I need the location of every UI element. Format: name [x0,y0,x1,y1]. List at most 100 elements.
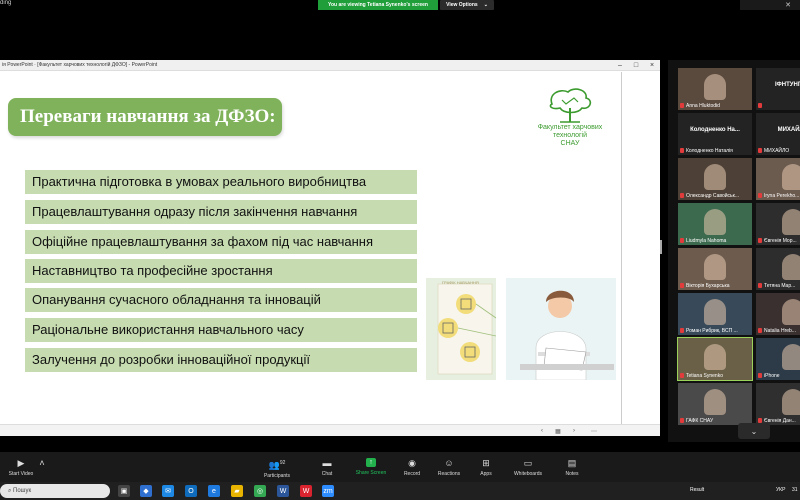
gallery-next-page-button[interactable]: ⌄ [738,423,770,439]
reactions-label: Reactions [437,471,461,477]
language-indicator[interactable]: УКР [776,487,785,493]
chevron-down-icon: ⌄ [483,2,488,8]
participant-video [782,389,800,415]
participant-tile[interactable]: Тетяна Мар... [756,248,800,290]
more-options-icon[interactable]: ⋯ [590,427,598,435]
splitter-handle[interactable] [660,240,662,254]
participant-tile[interactable]: Вікторія Бухарська [678,248,752,290]
reactions-button[interactable]: ☺ Reactions [434,458,464,480]
participant-video [782,254,800,280]
participant-tile[interactable]: Iryna Perekho... [756,158,800,200]
participant-tile[interactable]: iPhone [756,338,800,380]
task-view-icon[interactable]: ▣ [118,485,130,497]
whiteboards-label: Whiteboards [513,471,543,477]
participant-name: ГАФК СНАУ [680,418,713,424]
result-label[interactable]: Result [690,487,704,493]
zoom-toolbar: ▶ Start Video ˄ 👥92 Participants ▬ Chat … [0,452,800,482]
taskbar-search[interactable]: ⌕ Пошук [0,484,110,498]
participant-tile[interactable]: Євгенія Дан... [756,383,800,425]
next-slide-icon[interactable]: › [570,427,578,435]
muted-mic-icon [758,238,762,244]
muted-mic-icon [758,283,762,289]
viewing-banner: You are viewing Tetiana Synenko's screen [318,0,438,10]
view-options-button[interactable]: View Options ⌄ [440,0,494,10]
share-screen-button[interactable]: ↑ Share Screen [352,458,390,480]
smiley-icon: ☺ [444,458,454,468]
clock: 31 [792,487,798,493]
notes-button[interactable]: ▤ Notes [560,458,584,480]
people-icon: 👥92 [268,460,286,470]
participant-name: Natalia Hreb... [758,328,796,334]
participant-display-name: Колодненко На... [690,127,740,133]
faculty-logo: Факультет харчових технологій СНАУ [530,86,610,152]
participant-name: Вікторія Бухарська [680,283,730,289]
record-button[interactable]: ◉ Record [398,458,426,480]
minimize-button[interactable]: – [612,60,628,71]
chrome-icon[interactable]: ◎ [254,485,266,497]
benefit-item: Працевлаштування одразу після закінчення… [25,200,417,224]
close-window-button[interactable]: × [644,60,660,71]
participant-tile[interactable]: Євгенія Мор... [756,203,800,245]
chat-label: Chat [321,471,333,477]
participant-name: Tetiana Synenko [680,373,723,379]
zoom-icon[interactable]: zm [322,485,334,497]
search-label: Пошук [13,488,32,494]
participant-tile[interactable]: Олександр Савойськ... [678,158,752,200]
window-fragment-text: ding [0,0,12,6]
participant-tile[interactable]: Tetiana Synenko [677,337,753,381]
slide: Переваги навчання за ДФЗО: Факультет хар… [0,72,622,424]
wps-icon[interactable]: W [300,485,312,497]
slide-sorter-icon[interactable]: ▦ [554,427,562,435]
illustration: ГРАФІК НАВЧАННЯ [426,278,616,381]
chat-button[interactable]: ▬ Chat [314,458,340,480]
participant-tile[interactable]: МИХАЙЛО МИХАЙЛО [756,113,800,155]
participant-tile[interactable]: ГАФК СНАУ [678,383,752,425]
logo-line-3: СНАУ [560,140,580,147]
muted-mic-icon [758,148,762,154]
maximize-button[interactable]: □ [628,60,644,71]
slide-scroll-area[interactable] [622,72,660,424]
start-video-label: Start Video [8,471,34,477]
participants-count: 92 [279,460,286,466]
logo-line-2: технологій [552,132,588,139]
start-video-button[interactable]: ▶ Start Video [4,458,38,480]
participant-name: Liudmyla Nahoma [680,238,726,244]
participant-tile[interactable]: Natalia Hreb... [756,293,800,335]
participant-video [782,164,800,190]
participant-video [704,164,726,190]
whiteboards-button[interactable]: ▭ Whiteboards [508,458,548,480]
close-icon[interactable]: ✕ [776,0,800,10]
muted-mic-icon [758,373,762,379]
folder-icon[interactable]: ▰ [231,485,243,497]
muted-mic-icon [680,193,684,199]
participant-tile[interactable]: Liudmyla Nahoma [678,203,752,245]
word-icon[interactable]: W [277,485,289,497]
mail-icon[interactable]: ✉ [162,485,174,497]
copilot-icon[interactable]: ◆ [140,485,152,497]
windows-taskbar: ⌕ Пошук ▣ ◆ ✉ O e ▰ ◎ W W zm Result УКР … [0,482,800,500]
participant-tile[interactable]: ІФНТУНГ КЦ [756,68,800,110]
view-options-label: View Options [446,2,478,8]
participant-name-label: Тетяна Мар... [764,283,796,289]
participant-name: Олександр Савойськ... [680,193,739,199]
participant-tile[interactable]: Anna Hluktodid [678,68,752,110]
video-options-chevron[interactable]: ˄ [38,458,46,480]
participant-name-label: ГАФК СНАУ [686,418,714,424]
participant-tile[interactable]: Роман Рибрик, ВСП ... [678,293,752,335]
muted-mic-icon [758,328,762,334]
logo-text: Факультет харчових технологій СНАУ [530,124,610,148]
participants-button[interactable]: 👥92 Participants [260,458,294,480]
participant-tile[interactable]: Колодненко На... Колодненко Наталія [678,113,752,155]
previous-slide-icon[interactable]: ‹ [538,427,546,435]
powerpoint-statusbar: ‹ ▦ › ⋯ [0,424,660,436]
benefit-item: Наставництво та професійне зростання [25,259,417,283]
edge-icon[interactable]: e [208,485,220,497]
participant-name-label: Олександр Савойськ... [686,193,739,199]
outlook-icon[interactable]: O [185,485,197,497]
participant-name: Iryna Perekho... [758,193,799,199]
apps-button[interactable]: ⊞ Apps [474,458,498,480]
muted-mic-icon [680,103,684,109]
share-screen-icon: ↑ [366,458,376,467]
participant-name: Колодненко Наталія [680,148,733,154]
participant-video [782,344,800,370]
